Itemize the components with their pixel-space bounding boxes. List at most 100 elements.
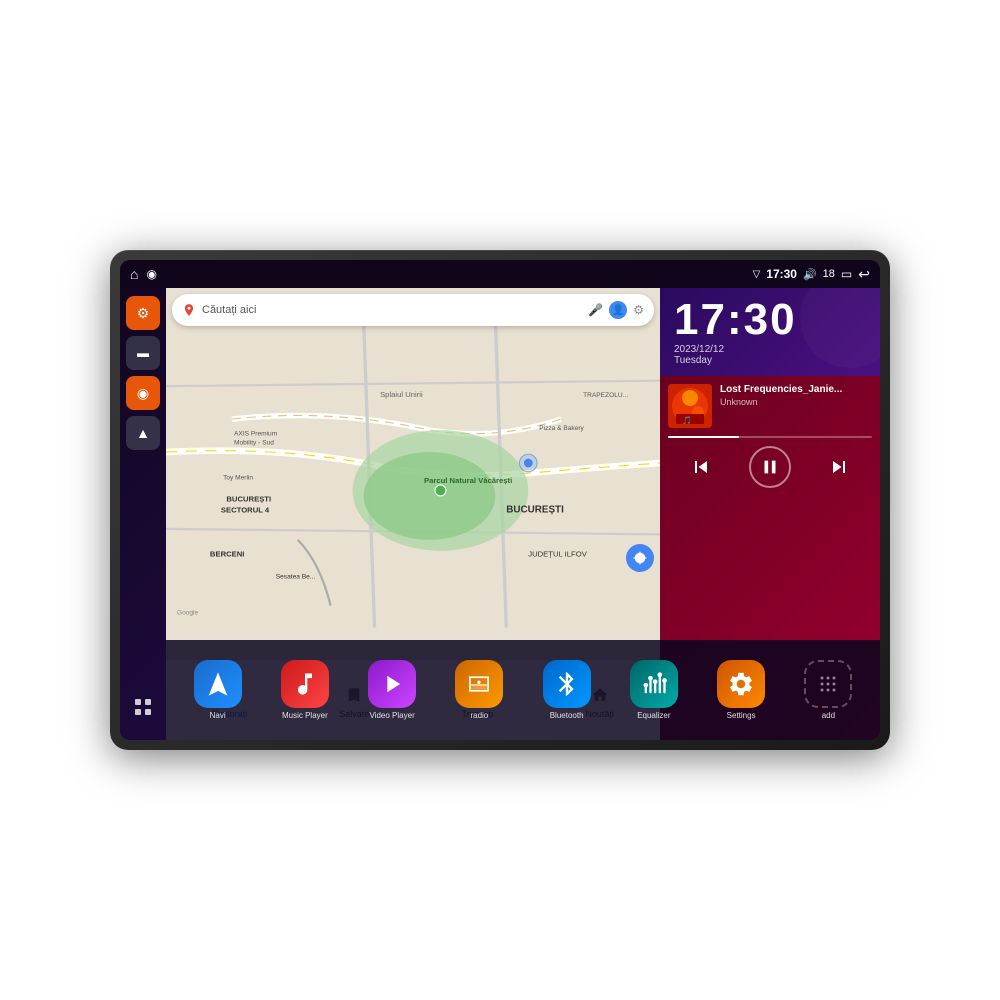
svg-text:SECTORUL 4: SECTORUL 4 xyxy=(221,505,270,514)
next-button[interactable] xyxy=(821,449,857,485)
music-player-icon xyxy=(281,660,329,708)
home-icon[interactable]: ⌂ xyxy=(130,266,138,282)
map-pin-icon: ◉ xyxy=(137,385,149,402)
prev-button[interactable] xyxy=(683,449,719,485)
app-settings[interactable]: Settings xyxy=(702,660,781,720)
nav-arrow-icon: ▲ xyxy=(136,425,150,441)
add-label: add xyxy=(822,711,835,720)
clock-time: 17:30 xyxy=(674,298,866,342)
album-art-svg: 🎵 xyxy=(668,384,712,428)
sidebar-settings-button[interactable]: ⚙ xyxy=(126,296,160,330)
svg-text:BERCENI: BERCENI xyxy=(210,549,245,558)
navi-icon xyxy=(194,660,242,708)
status-right: ▽ 17:30 🔊 18 ▭ ↩ xyxy=(753,266,870,283)
bluetooth-svg xyxy=(553,670,581,698)
apps-grid-icon xyxy=(133,697,153,717)
app-equalizer[interactable]: Equalizer xyxy=(614,660,693,720)
back-icon[interactable]: ↩ xyxy=(858,266,870,283)
music-controls xyxy=(668,446,872,488)
app-navi[interactable]: Navi xyxy=(178,660,257,720)
volume-icon[interactable]: 🔊 xyxy=(803,268,817,281)
svg-text:Google: Google xyxy=(177,610,199,617)
map-search-text: Căutați aici xyxy=(202,304,582,316)
svg-text:Parcul Natural Văcărești: Parcul Natural Văcărești xyxy=(424,476,512,485)
equalizer-icon xyxy=(630,660,678,708)
wifi-icon: ▽ xyxy=(753,269,761,280)
next-icon xyxy=(827,455,851,479)
svg-text:Splaiul Unirii: Splaiul Unirii xyxy=(380,390,423,399)
svg-text:🎵: 🎵 xyxy=(682,416,692,425)
map-search-bar[interactable]: Căutați aici 🎤 👤 ⚙ xyxy=(172,294,654,326)
main-content: ⚙ ▬ ◉ ▲ xyxy=(120,288,880,740)
sidebar: ⚙ ▬ ◉ ▲ xyxy=(120,288,166,740)
svg-text:TRAPEZOLU...: TRAPEZOLU... xyxy=(583,392,628,399)
app-bluetooth[interactable]: Bluetooth xyxy=(527,660,606,720)
app-music-player[interactable]: Music Player xyxy=(265,660,344,720)
sidebar-apps-button[interactable] xyxy=(126,690,160,724)
navi-label: Navi xyxy=(210,711,226,720)
bluetooth-label: Bluetooth xyxy=(550,711,584,720)
nav-icon[interactable]: ◉ xyxy=(146,267,156,281)
device: ⌂ ◉ ▽ 17:30 🔊 18 ▭ ↩ xyxy=(110,250,890,750)
album-art: 🎵 xyxy=(668,384,712,428)
device-screen: ⌂ ◉ ▽ 17:30 🔊 18 ▭ ↩ xyxy=(120,260,880,740)
add-svg xyxy=(816,672,840,696)
app-grid: Navi Music Player xyxy=(166,640,880,740)
radio-svg xyxy=(465,670,493,698)
map-svg: Splaiul Unirii Parcul Natural Văcărești … xyxy=(166,288,660,660)
google-maps-icon xyxy=(182,303,196,317)
sidebar-folder-button[interactable]: ▬ xyxy=(126,336,160,370)
svg-text:Toy Merlin: Toy Merlin xyxy=(223,474,253,481)
music-player-label: Music Player xyxy=(282,711,328,720)
radio-icon xyxy=(455,660,503,708)
settings-icon: ⚙ xyxy=(137,305,150,322)
app-radio[interactable]: radio xyxy=(440,660,519,720)
svg-text:AXIS Premium: AXIS Premium xyxy=(234,431,278,438)
bluetooth-icon xyxy=(543,660,591,708)
folder-icon: ▬ xyxy=(137,346,149,360)
music-svg xyxy=(291,670,319,698)
equalizer-label: Equalizer xyxy=(637,711,670,720)
svg-text:BUCUREȘTI: BUCUREȘTI xyxy=(506,504,564,515)
music-info: Lost Frequencies_Janie... Unknown xyxy=(720,384,872,407)
map-container[interactable]: Splaiul Unirii Parcul Natural Văcărești … xyxy=(166,288,660,660)
prev-icon xyxy=(689,455,713,479)
svg-text:JUDEȚUL ILFOV: JUDEȚUL ILFOV xyxy=(528,549,587,558)
app-video-player[interactable]: Video Player xyxy=(353,660,432,720)
equalizer-svg xyxy=(640,670,668,698)
svg-text:Pizza & Bakery: Pizza & Bakery xyxy=(539,425,584,432)
status-left: ⌂ ◉ xyxy=(130,266,157,282)
svg-text:Sesatea Be...: Sesatea Be... xyxy=(276,573,316,580)
pause-button[interactable] xyxy=(749,446,791,488)
clock-widget: 17:30 2023/12/12 Tuesday xyxy=(660,288,880,376)
navi-svg xyxy=(204,670,232,698)
music-artist: Unknown xyxy=(720,397,872,407)
settings-label: Settings xyxy=(727,711,756,720)
svg-text:Mobility - Sud: Mobility - Sud xyxy=(234,439,274,446)
music-top: 🎵 Lost Frequencies_Janie... Unknown xyxy=(668,384,872,428)
radar-icon xyxy=(633,551,647,565)
battery-icon: ▭ xyxy=(841,267,852,281)
pause-icon xyxy=(759,456,781,478)
music-progress-fill xyxy=(668,436,739,438)
video-svg xyxy=(378,670,406,698)
svg-text:BUCUREȘTI: BUCUREȘTI xyxy=(226,494,271,503)
add-icon xyxy=(804,660,852,708)
video-player-label: Video Player xyxy=(370,711,415,720)
radio-label: radio xyxy=(470,711,488,720)
app-add[interactable]: add xyxy=(789,660,868,720)
music-title: Lost Frequencies_Janie... xyxy=(720,384,872,395)
user-icon[interactable]: 👤 xyxy=(609,301,627,319)
map-location-button[interactable] xyxy=(626,544,654,572)
battery-level: 18 xyxy=(823,268,835,280)
video-player-icon xyxy=(368,660,416,708)
settings-app-icon xyxy=(717,660,765,708)
layers-icon[interactable]: ⚙ xyxy=(633,303,644,317)
music-progress-bar[interactable] xyxy=(668,436,872,438)
clock-date: 2023/12/12 Tuesday xyxy=(674,344,866,366)
mic-icon[interactable]: 🎤 xyxy=(588,303,603,317)
settings-svg xyxy=(727,670,755,698)
sidebar-nav-button[interactable]: ▲ xyxy=(126,416,160,450)
status-bar: ⌂ ◉ ▽ 17:30 🔊 18 ▭ ↩ xyxy=(120,260,880,288)
sidebar-map-button[interactable]: ◉ xyxy=(126,376,160,410)
